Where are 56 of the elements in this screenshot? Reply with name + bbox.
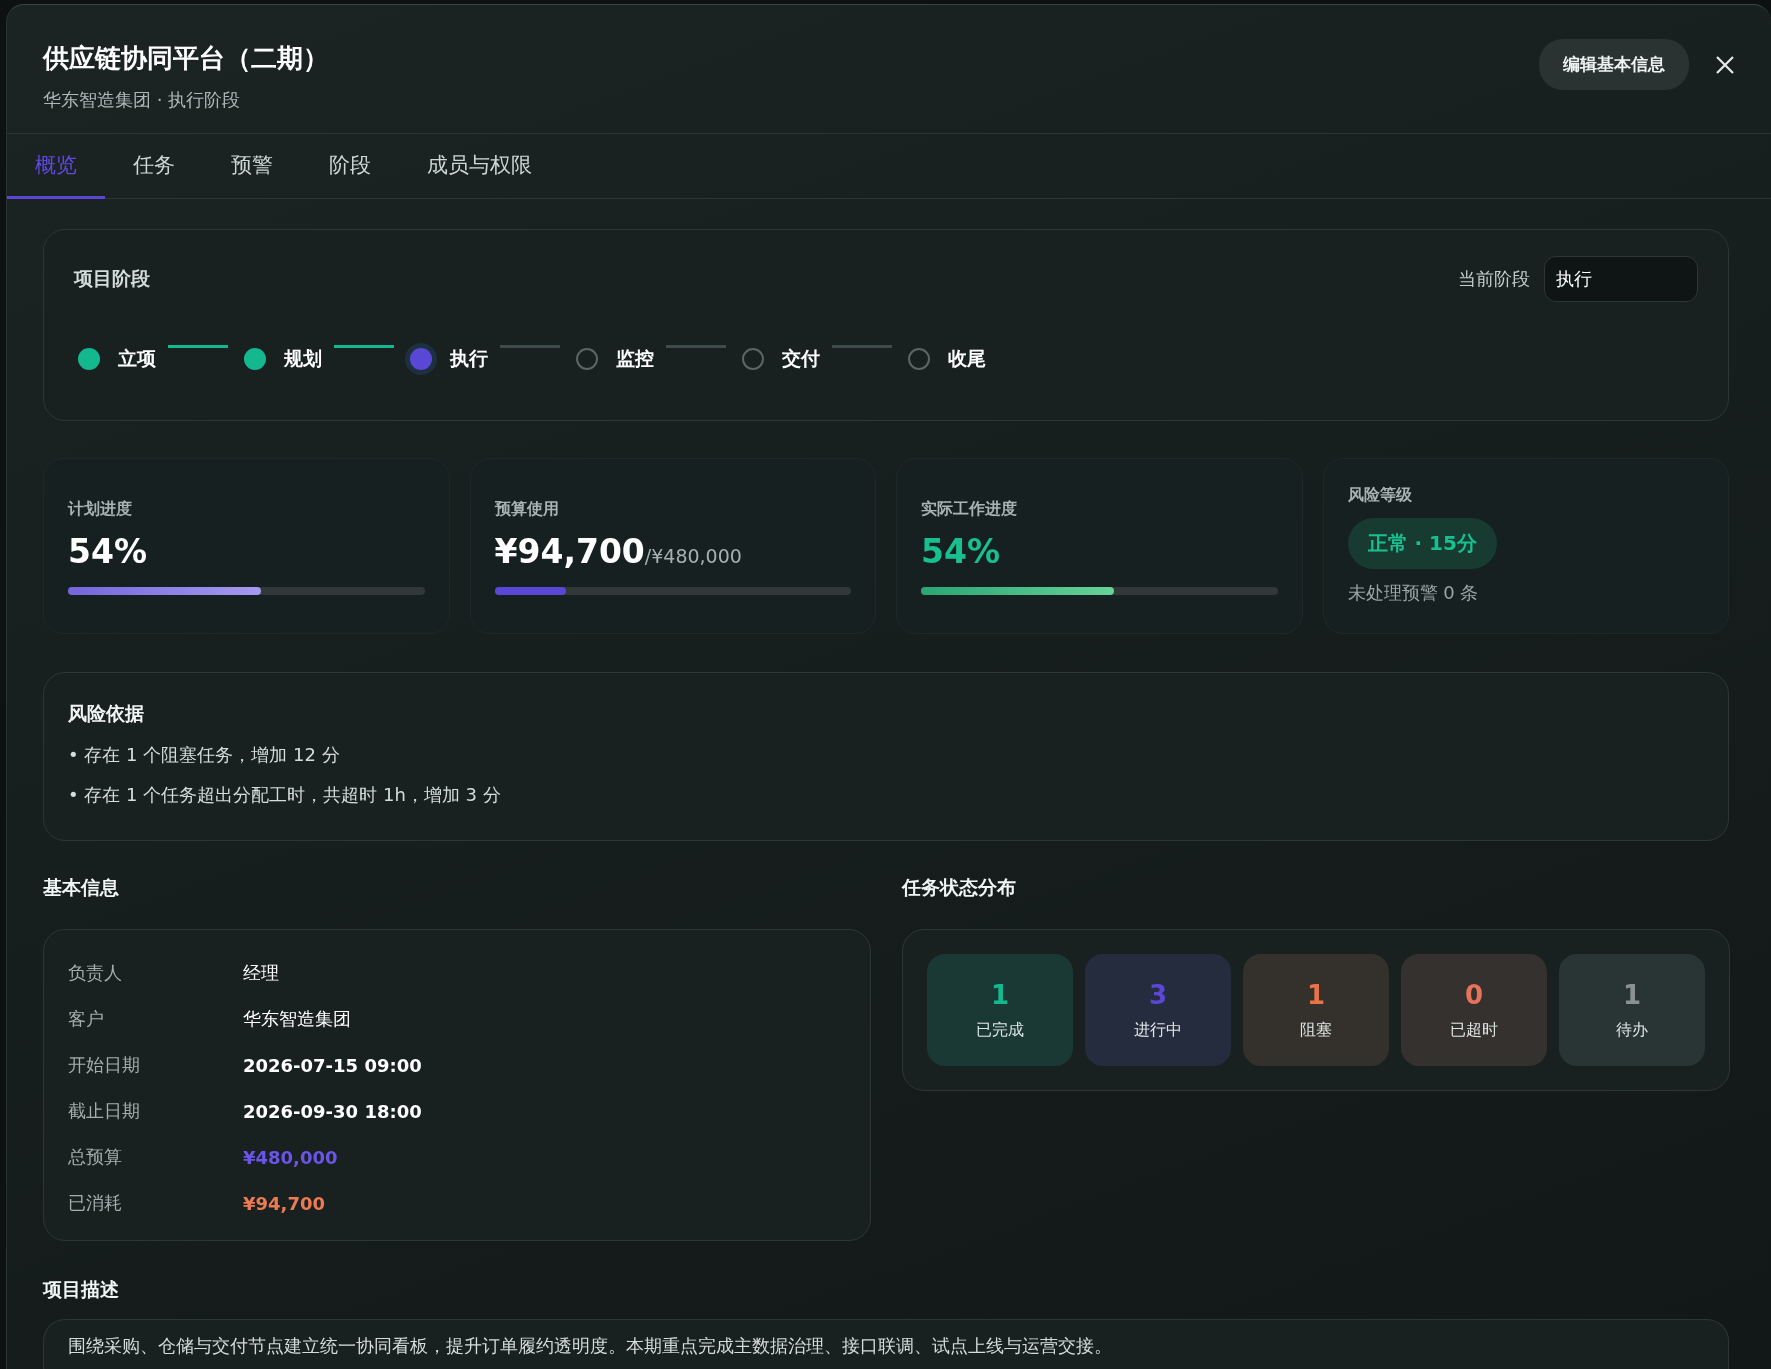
status-count: 0: [1464, 979, 1484, 1010]
metric-label: 计划进度: [68, 499, 133, 520]
step-label: 收尾: [948, 346, 986, 371]
metric-label: 实际工作进度: [921, 499, 1018, 520]
info-value: ¥94,700: [243, 1192, 326, 1214]
step-label: 立项: [118, 346, 156, 371]
info-label: 负责人: [68, 961, 123, 985]
description-text: 围绕采购、仓储与交付节点建立统一协同看板，提升订单履约透明度。本期重点完成主数据治理、接口联调、试点上线与运营交接。: [68, 1334, 1113, 1358]
section-title: 项目描述: [43, 1277, 120, 1302]
info-label: 总预算: [68, 1145, 123, 1169]
alert-count: 未处理预警 0 条: [1347, 581, 1480, 605]
step-label: 规划: [284, 346, 322, 371]
section-title: 任务状态分布: [902, 875, 1017, 900]
status-count: 1: [990, 979, 1010, 1010]
edit-info-button[interactable]: 编辑基本信息: [1539, 39, 1689, 90]
section-title: 基本信息: [43, 875, 120, 900]
metric-total: /¥480,000: [644, 545, 742, 567]
window-subtitle: 华东智造集团 · 执行阶段: [43, 88, 242, 112]
metric-value: 54%: [68, 532, 147, 571]
section-title: 项目阶段: [74, 266, 150, 291]
info-value: 华东智造集团: [243, 1007, 352, 1031]
stage-select[interactable]: 执行: [1544, 256, 1698, 302]
tab[interactable]: 阶段: [301, 134, 399, 199]
risk-badge: 正常 · 15分: [1347, 518, 1497, 569]
step-label: 交付: [782, 346, 820, 371]
tab[interactable]: 预警: [203, 134, 301, 199]
info-label: 已消耗: [68, 1191, 123, 1215]
risk-reason: • 存在 1 个阻塞任务，增加 12 分: [68, 743, 341, 767]
info-label: 客户: [68, 1007, 105, 1031]
metric-value: 54%: [921, 532, 1000, 571]
status-label: 待办: [1616, 1019, 1648, 1041]
step-label: 监控: [616, 346, 654, 371]
metric-label: 风险等级: [1347, 485, 1413, 506]
status-count: 3: [1148, 979, 1168, 1010]
metric-label: 预算使用: [494, 499, 560, 520]
info-value: 2026-09-30 18:00: [243, 1100, 423, 1122]
field-label: 当前阶段: [1458, 267, 1530, 291]
info-label: 开始日期: [68, 1053, 141, 1077]
info-label: 截止日期: [68, 1099, 141, 1123]
status-label: 已完成: [976, 1019, 1024, 1041]
info-value: 经理: [243, 961, 280, 985]
info-value: ¥480,000: [243, 1146, 339, 1168]
section-title: 风险依据: [68, 701, 145, 726]
metric-value: ¥94,700: [494, 532, 645, 571]
close-icon[interactable]: [1715, 54, 1735, 75]
status-label: 阻塞: [1300, 1019, 1332, 1041]
tab[interactable]: 成员与权限: [399, 134, 560, 199]
tab[interactable]: 任务: [105, 134, 203, 199]
status-label: 已超时: [1450, 1019, 1498, 1041]
risk-reason: • 存在 1 个任务超出分配工时，共超时 1h，增加 3 分: [68, 783, 502, 807]
info-value: 2026-07-15 09:00: [243, 1054, 423, 1076]
status-count: 1: [1622, 979, 1642, 1010]
status-label: 进行中: [1134, 1019, 1182, 1041]
step-label: 执行: [450, 346, 488, 371]
window-title: 供应链协同平台（二期）: [43, 42, 329, 75]
status-count: 1: [1306, 979, 1326, 1010]
